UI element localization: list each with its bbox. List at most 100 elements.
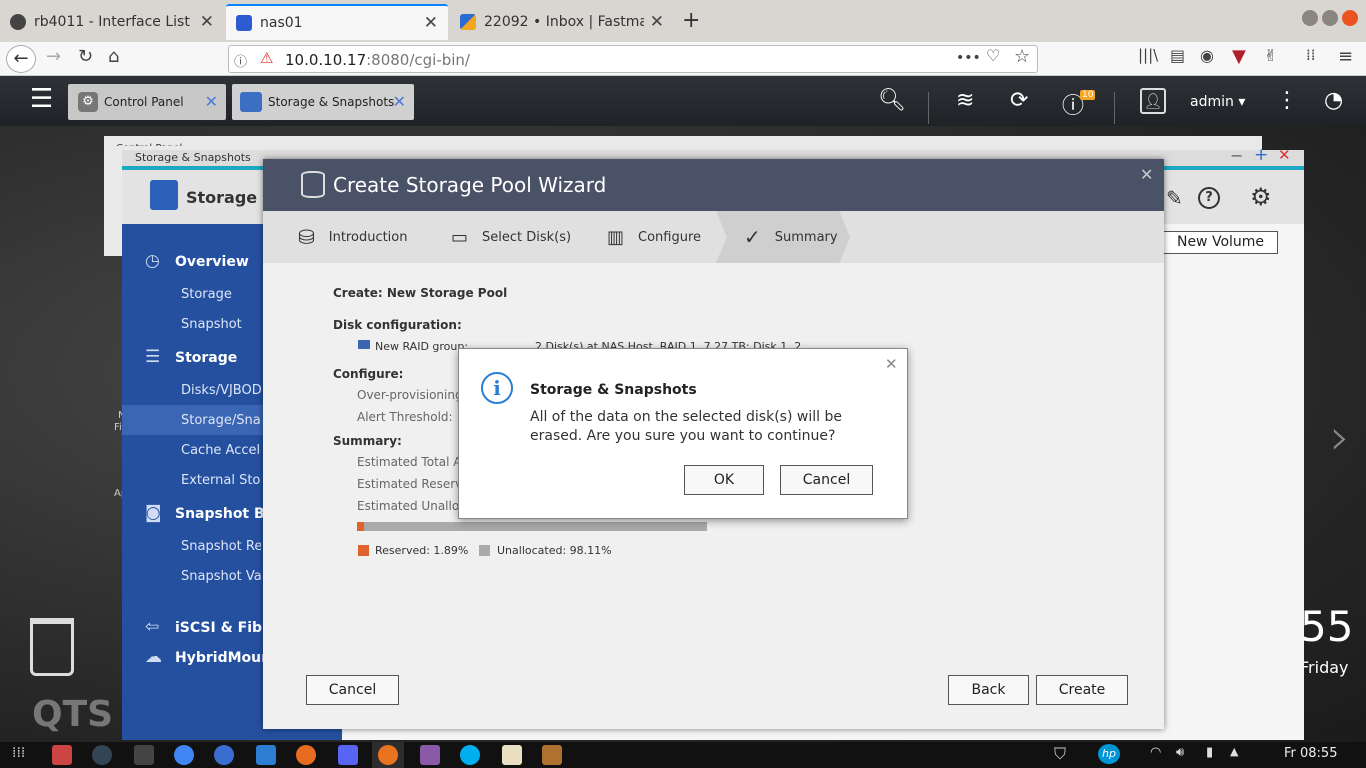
sidebar-item-cache[interactable]: Cache Acceleration: [181, 443, 261, 458]
volume-icon[interactable]: 🔊︎: [1176, 745, 1184, 760]
tab-label: Control Panel: [104, 95, 184, 109]
settings-icon[interactable]: [542, 745, 562, 765]
username: admin: [1190, 94, 1234, 110]
new-tab-icon[interactable]: +: [682, 8, 700, 33]
shield-icon[interactable]: ⛉: [1054, 744, 1066, 764]
hybridmount-icon: ☁: [145, 647, 162, 667]
sidebar-item-disks[interactable]: Disks/VJBOD: [181, 383, 261, 398]
close-window-icon[interactable]: [1342, 10, 1358, 26]
sidebar-item-snapshot-backup[interactable]: Snapshot Backup: [175, 506, 263, 522]
browser-tab-nas01[interactable]: nas01 ✕: [226, 4, 448, 40]
files-icon[interactable]: [52, 745, 72, 765]
forward-arrow-icon[interactable]: →: [46, 46, 61, 67]
discord-icon[interactable]: [338, 745, 358, 765]
menu-icon[interactable]: ≡: [1338, 46, 1353, 67]
dialog-ok-button[interactable]: OK: [684, 465, 764, 495]
tools-icon[interactable]: ✎: [1166, 186, 1183, 210]
pocket-icon[interactable]: ♡: [986, 46, 1000, 65]
sidebar-item-storage-overview[interactable]: Storage: [181, 287, 261, 302]
url-bar[interactable]: 10.0.10.17:8080/cgi-bin/: [228, 45, 1038, 73]
signal-icon[interactable]: [214, 745, 234, 765]
legend-reserved: Reserved: 1.89%: [375, 544, 469, 557]
close-tab-icon[interactable]: ✕: [650, 12, 664, 32]
keepass-icon[interactable]: [92, 745, 112, 765]
wizard-cancel-button[interactable]: Cancel: [306, 675, 399, 705]
close-tab-icon[interactable]: ✕: [205, 92, 218, 111]
taskbar-clock[interactable]: Fr 08:55: [1284, 746, 1337, 761]
close-tab-icon[interactable]: ✕: [424, 13, 438, 33]
extensions-icon[interactable]: ⁞⁞: [1306, 46, 1316, 64]
close-tab-icon[interactable]: ✕: [200, 12, 214, 32]
insecure-lock-icon[interactable]: ⚠: [260, 49, 273, 67]
capacity-bar: [357, 522, 707, 531]
sidebar-item-overview[interactable]: Overview: [175, 254, 249, 270]
notes-icon[interactable]: [502, 745, 522, 765]
capacity-bar-reserved: [357, 522, 364, 531]
vscode-icon[interactable]: [256, 745, 276, 765]
close-tab-icon[interactable]: ✕: [393, 92, 406, 111]
sidebar-item-storage-snapshots[interactable]: Storage/Snapshots: [181, 413, 261, 428]
fastmail-icon: [460, 14, 476, 30]
chromium-icon[interactable]: [174, 745, 194, 765]
qts-tab-control-panel[interactable]: ⚙ Control Panel ✕: [68, 84, 226, 120]
sidebar-item-snapshot-replica[interactable]: Snapshot Replica: [181, 539, 261, 554]
user-avatar-icon[interactable]: 👤︎: [1140, 88, 1166, 114]
sidebar-item-snapshot-overview[interactable]: Snapshot: [181, 317, 261, 332]
qts-tab-storage-snapshots[interactable]: Storage & Snapshots ✕: [232, 84, 414, 120]
extension-icon[interactable]: ✌: [1264, 46, 1277, 65]
library-icon[interactable]: |||\: [1138, 46, 1158, 64]
search-icon[interactable]: 🔍︎: [878, 88, 906, 113]
browser-tab-fastmail[interactable]: 22092 • Inbox | Fastmail ✕: [450, 4, 674, 40]
sidebar-item-storage[interactable]: Storage: [175, 350, 237, 366]
wizard-create-button[interactable]: Create: [1036, 675, 1128, 705]
close-icon[interactable]: ✕: [1278, 146, 1291, 164]
step-label: Summary: [774, 229, 838, 245]
info-icon: i: [481, 372, 513, 404]
background-tasks-icon[interactable]: ≋: [956, 88, 974, 113]
apps-grid-icon[interactable]: ⁞⁞⁞: [12, 745, 25, 761]
bookmark-star-icon[interactable]: ☆: [1014, 46, 1030, 67]
back-arrow-icon[interactable]: ←: [6, 45, 36, 73]
battery-icon[interactable]: ▮: [1206, 745, 1213, 760]
maximize-icon[interactable]: +: [1254, 145, 1268, 165]
maximize-window-icon[interactable]: [1322, 10, 1338, 26]
browser-tab-rb4011[interactable]: rb4011 - Interface List at ✕: [0, 4, 224, 40]
wizard-close-icon[interactable]: ✕: [1140, 165, 1153, 184]
create-label: Create: New Storage Pool: [333, 286, 508, 300]
video-icon[interactable]: [420, 745, 440, 765]
settings-gear-icon[interactable]: ⚙: [1250, 183, 1272, 211]
hp-icon[interactable]: hp: [1098, 744, 1120, 764]
reload-icon[interactable]: ↻: [78, 46, 93, 67]
hamburger-menu-icon[interactable]: ☰: [30, 86, 53, 112]
sidebar-item-external[interactable]: External Storage: [181, 473, 261, 488]
minimize-icon[interactable]: −: [1230, 146, 1243, 165]
estimated-unallocated-label: Estimated Unalloc: [357, 499, 466, 513]
wizard-back-button[interactable]: Back: [948, 675, 1029, 705]
sidebar-icon[interactable]: ▤: [1170, 46, 1185, 65]
minimize-window-icon[interactable]: [1302, 10, 1318, 26]
tray-arrow-icon[interactable]: ▲: [1230, 745, 1238, 758]
terminal-icon[interactable]: [134, 745, 154, 765]
info-icon[interactable]: ⓘ: [234, 51, 247, 70]
home-icon[interactable]: ⌂: [108, 46, 119, 67]
storage-app-icon: [150, 180, 178, 210]
dialog-close-icon[interactable]: ✕: [885, 355, 898, 373]
new-volume-button[interactable]: New Volume: [1163, 231, 1278, 254]
account-icon[interactable]: ◉: [1200, 46, 1214, 65]
user-menu[interactable]: admin ▾: [1190, 94, 1245, 110]
next-page-arrow-icon[interactable]: ›: [1330, 408, 1350, 466]
dialog-cancel-button[interactable]: Cancel: [780, 465, 873, 495]
sidebar-item-snapshot-vault[interactable]: Snapshot Vault: [181, 569, 261, 584]
url-path: :8080/cgi-bin/: [366, 51, 470, 69]
help-icon[interactable]: ?: [1198, 187, 1220, 209]
dashboard-gauge-icon[interactable]: ◔: [1324, 88, 1343, 113]
sync-icon[interactable]: ⟳: [1010, 88, 1028, 113]
trash-icon[interactable]: [30, 618, 74, 676]
page-actions-icon[interactable]: •••: [956, 50, 981, 66]
postman-icon[interactable]: [296, 745, 316, 765]
skype-icon[interactable]: [460, 745, 480, 765]
vivaldi-extension-icon[interactable]: ▼: [1232, 46, 1246, 67]
wifi-icon[interactable]: ◠: [1150, 745, 1161, 760]
more-options-icon[interactable]: ⋮: [1276, 88, 1298, 113]
sidebar-item-iscsi[interactable]: iSCSI & Fibre Channel: [175, 620, 263, 636]
